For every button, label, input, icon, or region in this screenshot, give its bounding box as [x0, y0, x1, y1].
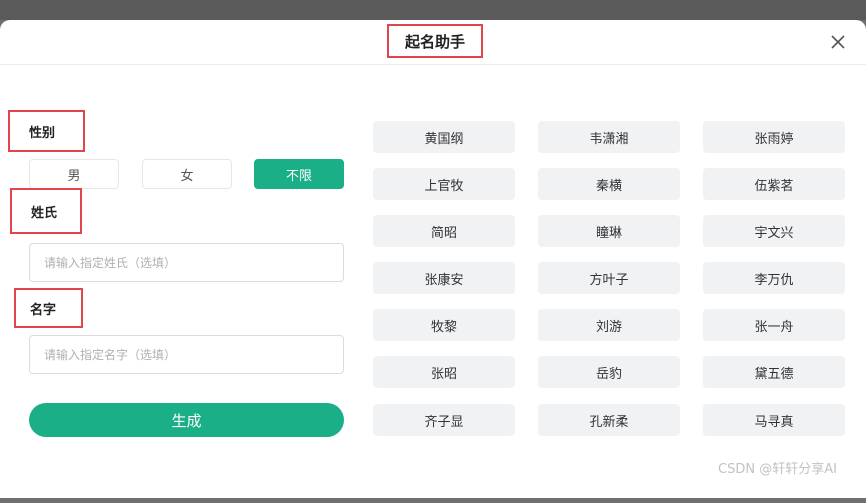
name-chip[interactable]: 上官牧	[373, 168, 515, 200]
dialog-header: 起名助手	[0, 20, 866, 65]
close-icon	[831, 35, 845, 49]
name-chip[interactable]: 黄国纲	[373, 121, 515, 153]
name-chip[interactable]: 齐子显	[373, 404, 515, 436]
gender-option-male[interactable]: 男	[29, 159, 119, 189]
name-chip[interactable]: 韦潇湘	[538, 121, 680, 153]
name-chip[interactable]: 刘游	[538, 309, 680, 341]
name-chip[interactable]: 牧黎	[373, 309, 515, 341]
given-name-label: 名字	[14, 288, 83, 328]
gender-option-female[interactable]: 女	[142, 159, 232, 189]
name-chip[interactable]: 岳豹	[538, 356, 680, 388]
close-button[interactable]	[828, 32, 848, 52]
name-chip[interactable]: 张一舟	[703, 309, 845, 341]
name-chip[interactable]: 张昭	[373, 356, 515, 388]
name-chip[interactable]: 李万仇	[703, 262, 845, 294]
gender-label: 性别	[8, 110, 85, 152]
name-chip[interactable]: 伍紫茗	[703, 168, 845, 200]
name-chip[interactable]: 孔新柔	[538, 404, 680, 436]
generate-button[interactable]: 生成	[29, 403, 344, 437]
name-chip[interactable]: 宇文兴	[703, 215, 845, 247]
surname-label: 姓氏	[10, 188, 82, 234]
naming-assistant-dialog: 起名助手 性别 男 女 不限 姓氏 名字 生成 黄国纲 韦潇湘 张雨婷 上官牧 …	[0, 20, 866, 498]
csdn-watermark: CSDN @轩轩分享AI	[718, 462, 837, 477]
name-chip[interactable]: 秦横	[538, 168, 680, 200]
name-chip[interactable]: 张雨婷	[703, 121, 845, 153]
name-chip[interactable]: 张康安	[373, 262, 515, 294]
name-chip[interactable]: 方叶子	[538, 262, 680, 294]
name-chip[interactable]: 马寻真	[703, 404, 845, 436]
dialog-title: 起名助手	[387, 24, 483, 58]
surname-input[interactable]	[29, 243, 344, 282]
given-name-input[interactable]	[29, 335, 344, 374]
gender-option-any[interactable]: 不限	[254, 159, 344, 189]
name-chip[interactable]: 瞳琳	[538, 215, 680, 247]
backdrop-overlay	[0, 0, 866, 20]
name-chip[interactable]: 黛五德	[703, 356, 845, 388]
name-chip[interactable]: 简昭	[373, 215, 515, 247]
